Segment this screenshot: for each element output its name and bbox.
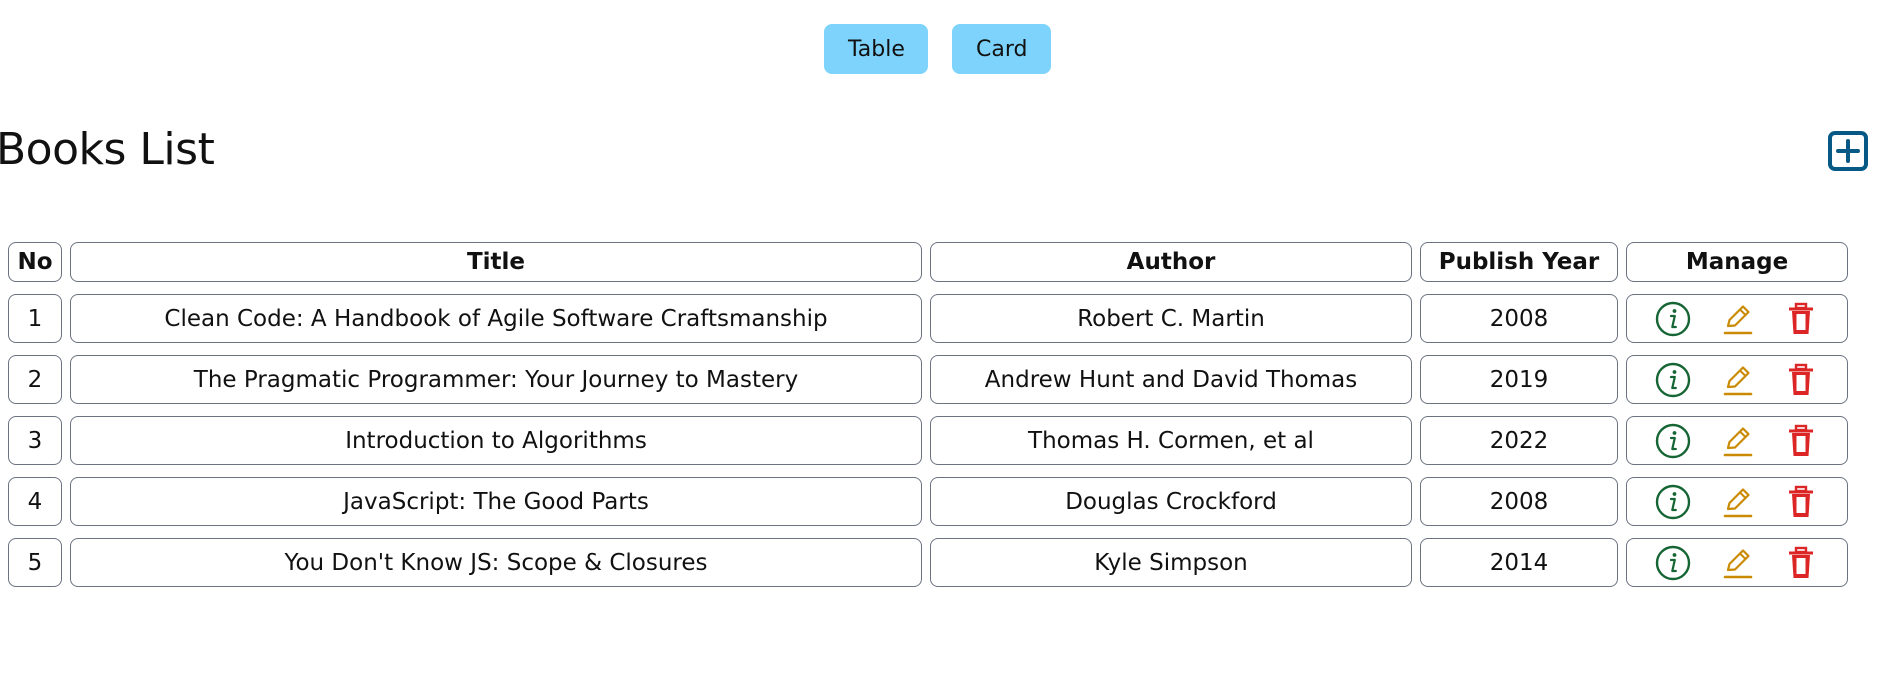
table-view-button[interactable]: Table xyxy=(824,24,928,74)
cell-no: 1 xyxy=(8,294,62,343)
cell-author: Thomas H. Cormen, et al xyxy=(930,416,1412,465)
edit-button[interactable] xyxy=(1718,361,1756,399)
cell-author: Robert C. Martin xyxy=(930,294,1412,343)
cell-manage xyxy=(1626,477,1848,526)
manage-actions xyxy=(1627,295,1847,342)
cell-title: The Pragmatic Programmer: Your Journey t… xyxy=(70,355,922,404)
header-publish-year: Publish Year xyxy=(1420,242,1618,282)
cell-publish-year: 2019 xyxy=(1420,355,1618,404)
cell-author: Douglas Crockford xyxy=(930,477,1412,526)
trash-icon xyxy=(1789,485,1813,517)
info-button[interactable] xyxy=(1654,422,1692,460)
cell-title: Introduction to Algorithms xyxy=(70,416,922,465)
table-row: 2 The Pragmatic Programmer: Your Journey… xyxy=(8,355,1848,404)
delete-button[interactable] xyxy=(1782,422,1820,460)
info-button[interactable] xyxy=(1654,300,1692,338)
view-toggle: Table Card xyxy=(824,24,1051,74)
cell-author: Andrew Hunt and David Thomas xyxy=(930,355,1412,404)
info-button[interactable] xyxy=(1654,544,1692,582)
table-row: 5 You Don't Know JS: Scope & Closures Ky… xyxy=(8,538,1848,587)
books-table: No Title Author Publish Year Manage 1 Cl… xyxy=(0,230,1856,599)
cell-title: You Don't Know JS: Scope & Closures xyxy=(70,538,922,587)
trash-icon xyxy=(1789,546,1813,578)
pencil-icon xyxy=(1723,487,1753,517)
pencil-icon xyxy=(1723,304,1753,334)
edit-button[interactable] xyxy=(1718,544,1756,582)
table-row: 4 JavaScript: The Good Parts Douglas Cro… xyxy=(8,477,1848,526)
add-book-button[interactable] xyxy=(1827,130,1869,172)
cell-no: 5 xyxy=(8,538,62,587)
pencil-icon xyxy=(1723,548,1753,578)
page-title: Books List xyxy=(0,124,215,175)
edit-button[interactable] xyxy=(1718,422,1756,460)
cell-manage xyxy=(1626,355,1848,404)
cell-publish-year: 2014 xyxy=(1420,538,1618,587)
cell-publish-year: 2008 xyxy=(1420,294,1618,343)
cell-title: Clean Code: A Handbook of Agile Software… xyxy=(70,294,922,343)
cell-publish-year: 2008 xyxy=(1420,477,1618,526)
header-no: No xyxy=(8,242,62,282)
cell-no: 2 xyxy=(8,355,62,404)
info-circle-icon xyxy=(1655,484,1691,519)
pencil-icon xyxy=(1723,365,1753,395)
header-author: Author xyxy=(930,242,1412,282)
table-row: 3 Introduction to Algorithms Thomas H. C… xyxy=(8,416,1848,465)
cell-publish-year: 2022 xyxy=(1420,416,1618,465)
plus-square-icon xyxy=(1828,131,1868,171)
cell-author: Kyle Simpson xyxy=(930,538,1412,587)
header-title: Title xyxy=(70,242,922,282)
manage-actions xyxy=(1627,356,1847,403)
delete-button[interactable] xyxy=(1782,544,1820,582)
trash-icon xyxy=(1789,424,1813,456)
table-header-row: No Title Author Publish Year Manage xyxy=(8,242,1848,282)
cell-manage xyxy=(1626,294,1848,343)
info-circle-icon xyxy=(1655,301,1691,336)
manage-actions xyxy=(1627,478,1847,525)
cell-no: 3 xyxy=(8,416,62,465)
trash-icon xyxy=(1789,363,1813,395)
delete-button[interactable] xyxy=(1782,300,1820,338)
trash-icon xyxy=(1789,302,1813,334)
delete-button[interactable] xyxy=(1782,483,1820,521)
header-manage: Manage xyxy=(1626,242,1848,282)
table-body: 1 Clean Code: A Handbook of Agile Softwa… xyxy=(8,294,1848,587)
manage-actions xyxy=(1627,539,1847,586)
info-circle-icon xyxy=(1655,545,1691,580)
table-row: 1 Clean Code: A Handbook of Agile Softwa… xyxy=(8,294,1848,343)
info-button[interactable] xyxy=(1654,361,1692,399)
cell-manage xyxy=(1626,538,1848,587)
cell-manage xyxy=(1626,416,1848,465)
edit-button[interactable] xyxy=(1718,300,1756,338)
pencil-icon xyxy=(1723,426,1753,456)
manage-actions xyxy=(1627,417,1847,464)
cell-title: JavaScript: The Good Parts xyxy=(70,477,922,526)
cell-no: 4 xyxy=(8,477,62,526)
edit-button[interactable] xyxy=(1718,483,1756,521)
info-button[interactable] xyxy=(1654,483,1692,521)
card-view-button[interactable]: Card xyxy=(952,24,1051,74)
delete-button[interactable] xyxy=(1782,361,1820,399)
info-circle-icon xyxy=(1655,423,1691,458)
info-circle-icon xyxy=(1655,362,1691,397)
